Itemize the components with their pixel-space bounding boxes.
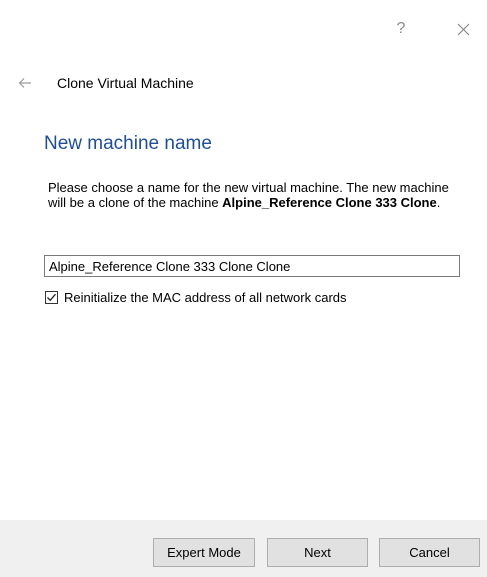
description-text: Please choose a name for the new virtual…	[48, 180, 458, 210]
checkmark-icon	[47, 293, 56, 302]
mac-reinit-row[interactable]: Reinitialize the MAC address of all netw…	[45, 290, 347, 305]
help-label: ?	[396, 20, 406, 37]
back-button[interactable]	[14, 72, 36, 94]
source-machine-name: Alpine_Reference Clone 333 Clone	[222, 195, 437, 210]
mac-reinit-label[interactable]: Reinitialize the MAC address of all netw…	[64, 290, 347, 305]
mac-reinit-checkbox[interactable]	[45, 291, 58, 304]
expert-mode-button[interactable]: Expert Mode	[153, 538, 255, 567]
description-suffix: .	[436, 195, 441, 210]
close-icon	[457, 23, 469, 35]
page-heading: New machine name	[44, 133, 212, 154]
machine-name-input[interactable]	[44, 255, 460, 277]
next-button[interactable]: Next	[267, 538, 368, 567]
help-button[interactable]: ?	[386, 14, 416, 44]
cancel-button[interactable]: Cancel	[379, 538, 480, 567]
close-button[interactable]	[448, 14, 478, 44]
wizard-title: Clone Virtual Machine	[57, 75, 194, 91]
back-arrow-icon	[18, 78, 31, 88]
